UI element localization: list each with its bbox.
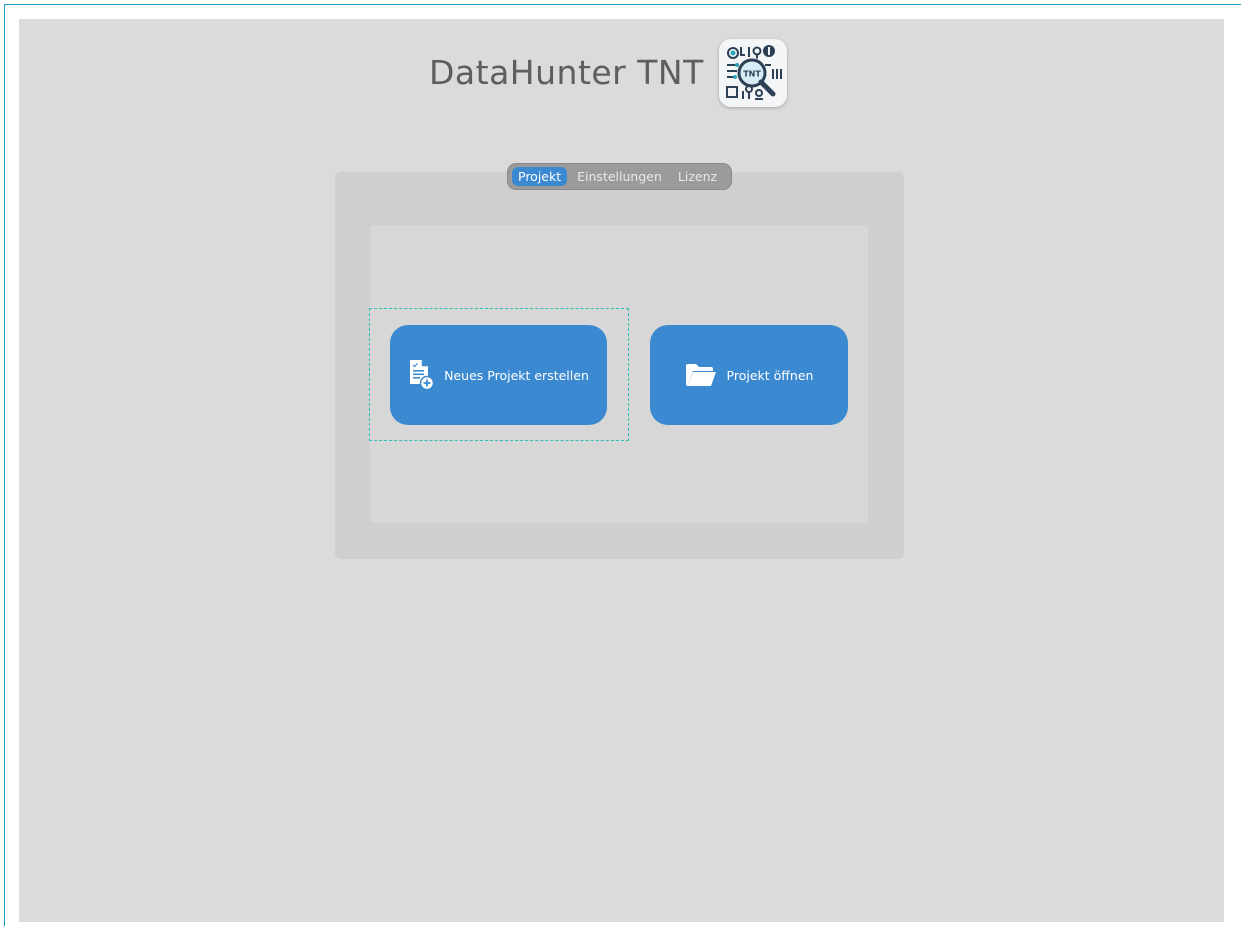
new-project-button[interactable]: Neues Projekt erstellen	[390, 325, 607, 425]
app-title: DataHunter TNT	[429, 53, 704, 92]
logo-badge-text: TNT	[743, 70, 761, 79]
tab-lizenz[interactable]: Lizenz	[672, 167, 723, 186]
open-project-button[interactable]: Projekt öffnen	[650, 325, 848, 425]
folder-open-icon	[685, 362, 717, 388]
header: DataHunter TNT TNT	[19, 39, 1224, 109]
tab-einstellungen[interactable]: Einstellungen	[571, 167, 668, 186]
new-project-label: Neues Projekt erstellen	[444, 367, 589, 383]
tab-projekt[interactable]: Projekt	[512, 167, 568, 186]
new-document-icon	[408, 359, 435, 391]
magnifier-circuit-logo-icon: TNT	[719, 39, 787, 107]
open-project-label: Projekt öffnen	[726, 367, 814, 383]
app-window: DataHunter TNT TNT Projekt Einstellungen…	[19, 19, 1224, 922]
tab-bar: Projekt Einstellungen Lizenz	[507, 163, 732, 190]
